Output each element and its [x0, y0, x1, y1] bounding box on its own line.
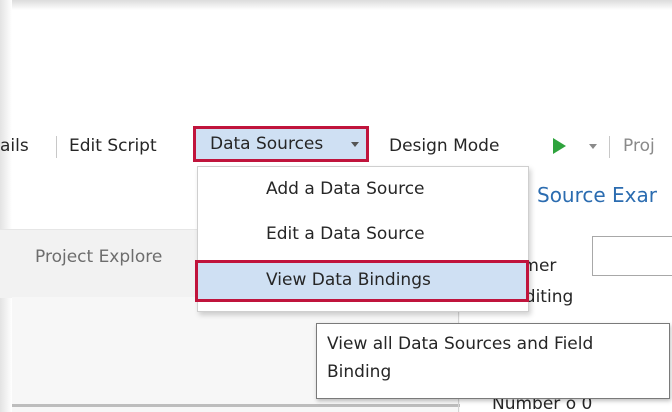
project-explorer-scrollbar[interactable] [12, 404, 460, 407]
menu-item-add-data-source[interactable]: Add a Data Source [266, 179, 425, 199]
details-button[interactable]: ails [0, 126, 29, 166]
project-button[interactable]: Proj [623, 126, 655, 166]
toolbar-separator [609, 136, 610, 158]
menu-item-label: View Data Bindings [266, 270, 431, 290]
customer-field-input[interactable] [592, 236, 672, 276]
play-dropdown-caret-icon[interactable] [589, 144, 597, 149]
design-mode-button[interactable]: Design Mode [389, 126, 499, 166]
menu-item-edit-data-source[interactable]: Edit a Data Source [266, 224, 425, 244]
tooltip: View all Data Sources and Field Binding [316, 323, 670, 399]
tooltip-line-2: Binding [327, 362, 392, 382]
play-icon[interactable] [553, 138, 566, 154]
data-sources-button[interactable]: Data Sources [193, 126, 369, 162]
toolbar-separator [56, 136, 57, 158]
project-explorer-title[interactable]: Project Explore [35, 247, 162, 267]
window-shadow-left [0, 0, 12, 412]
tooltip-line-1: View all Data Sources and Field [327, 334, 594, 354]
window-shadow-top [0, 0, 672, 10]
app-window: ails Edit Script Design Mode Proj Data S… [0, 0, 672, 412]
edit-script-button[interactable]: Edit Script [69, 126, 157, 166]
dropdown-caret-icon [351, 142, 359, 147]
menu-item-view-data-bindings[interactable]: View Data Bindings [195, 260, 529, 302]
document-title: Source Exar [537, 183, 657, 207]
data-sources-label: Data Sources [210, 134, 324, 154]
